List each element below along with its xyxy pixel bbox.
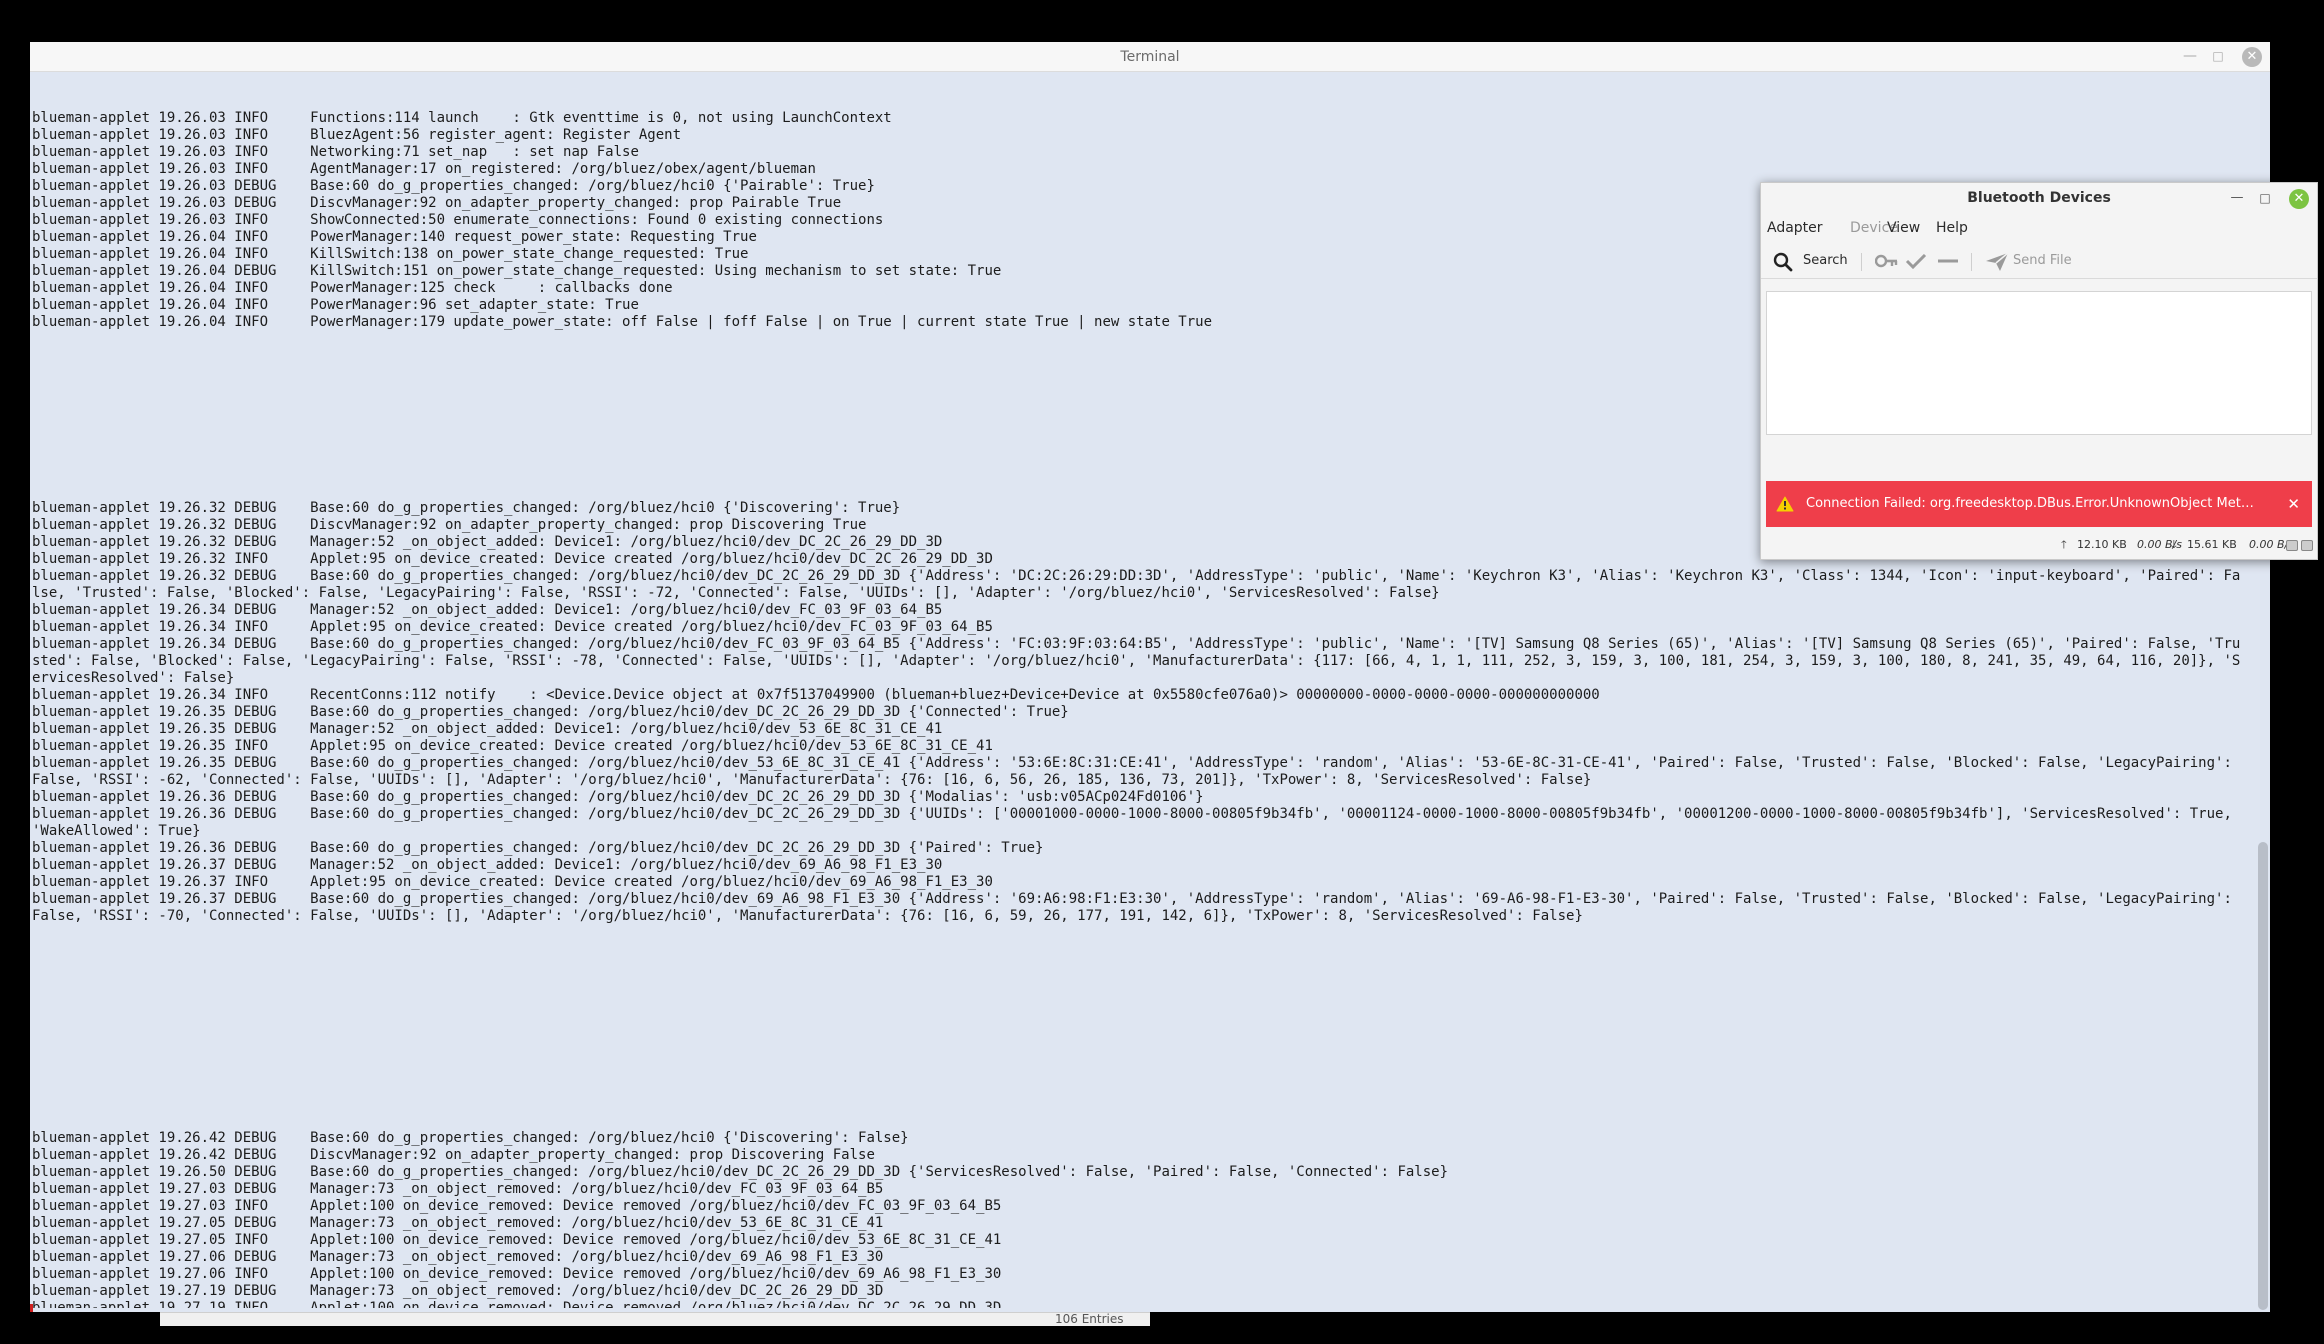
- error-infobar: Connection Failed: org.freedesktop.DBus.…: [1766, 481, 2312, 527]
- send-file-button[interactable]: Send File: [1983, 247, 2093, 275]
- log-line: blueman-applet 19.26.37 DEBUG Base:60 do…: [32, 891, 2241, 924]
- error-close-icon[interactable]: ✕: [2287, 481, 2300, 527]
- log-line: blueman-applet 19.27.05 DEBUG Manager:73…: [32, 1215, 884, 1231]
- log-line: blueman-applet 19.26.42 DEBUG DiscvManag…: [32, 1147, 875, 1163]
- log-line: blueman-applet 19.26.37 DEBUG Manager:52…: [32, 857, 943, 873]
- pair-button[interactable]: [1871, 247, 1901, 275]
- log-line: blueman-applet 19.26.03 INFO Functions:1…: [32, 110, 892, 126]
- log-line: blueman-applet 19.26.03 INFO BluezAgent:…: [32, 127, 682, 143]
- send-icon: [1986, 252, 2009, 271]
- log-line: blueman-applet 19.26.03 INFO AgentManage…: [32, 161, 816, 177]
- terminal-minimize-button[interactable]: —: [2180, 46, 2200, 66]
- terminal-maximize-button[interactable]: □: [2208, 46, 2228, 66]
- menu-view[interactable]: View: [1887, 215, 1920, 241]
- remove-button[interactable]: [1933, 247, 1963, 275]
- menu-help[interactable]: Help: [1936, 215, 1968, 241]
- upload-arrow-icon: 🡑: [2061, 538, 2067, 551]
- bluetooth-toolbar: Search Send File: [1761, 243, 2317, 279]
- log-line: blueman-applet 19.26.37 INFO Applet:95 o…: [32, 874, 993, 890]
- send-file-label: Send File: [2013, 253, 2072, 268]
- terminal-close-button[interactable]: ✕: [2242, 47, 2262, 67]
- key-icon: [1875, 254, 1898, 268]
- log-line: blueman-applet 19.27.06 INFO Applet:100 …: [32, 1266, 1002, 1282]
- log-line: blueman-applet 19.26.35 DEBUG Base:60 do…: [32, 704, 1069, 720]
- device-list[interactable]: [1766, 291, 2312, 435]
- minus-icon: [1938, 259, 1958, 263]
- log-line: blueman-applet 19.26.34 DEBUG Manager:52…: [32, 602, 943, 618]
- toolbar-separator: [1971, 253, 1972, 271]
- log-line: blueman-applet 19.26.32 DEBUG Base:60 do…: [32, 568, 2241, 601]
- log-line: blueman-applet 19.26.42 DEBUG Base:60 do…: [32, 1130, 909, 1146]
- bluetooth-devices-window: Bluetooth Devices — □ ✕ Adapter Device V…: [1760, 182, 2318, 560]
- log-line: blueman-applet 19.27.03 DEBUG Manager:73…: [32, 1181, 884, 1197]
- checkmark-icon: [1905, 253, 1927, 270]
- log-block-removal: blueman-applet 19.26.42 DEBUG Base:60 do…: [32, 1130, 2246, 1308]
- log-line: blueman-applet 19.26.34 INFO RecentConns…: [32, 687, 1600, 703]
- rx-indicator-icon: [2301, 540, 2313, 551]
- bluetooth-maximize-button[interactable]: □: [2255, 188, 2275, 208]
- bluetooth-minimize-button[interactable]: —: [2227, 188, 2247, 208]
- log-block-discovery: blueman-applet 19.26.32 DEBUG Base:60 do…: [32, 500, 2246, 925]
- bluetooth-close-button[interactable]: ✕: [2289, 189, 2309, 209]
- log-line: blueman-applet 19.26.36 DEBUG Base:60 do…: [32, 840, 1044, 856]
- log-line: blueman-applet 19.26.34 DEBUG Base:60 do…: [32, 636, 2241, 686]
- background-window-statusbar: 106 Entries: [160, 1312, 1150, 1326]
- log-line: blueman-applet 19.26.03 INFO Networking:…: [32, 144, 639, 160]
- terminal-title: Terminal: [1120, 49, 1180, 65]
- warning-icon: [1776, 496, 1794, 512]
- terminal-titlebar[interactable]: Terminal — □ ✕: [30, 42, 2270, 72]
- search-button[interactable]: Search: [1767, 247, 1857, 275]
- log-line: blueman-applet 19.27.05 INFO Applet:100 …: [32, 1232, 1002, 1248]
- bluetooth-menubar: Adapter Device View Help: [1761, 215, 2317, 241]
- log-line: blueman-applet 19.27.03 INFO Applet:100 …: [32, 1198, 1002, 1214]
- log-line: blueman-applet 19.27.06 DEBUG Manager:73…: [32, 1249, 884, 1265]
- trust-button[interactable]: [1901, 247, 1931, 275]
- error-message: Connection Failed: org.freedesktop.DBus.…: [1806, 496, 2256, 511]
- download-total: 15.61 KB: [2187, 538, 2237, 551]
- search-icon: [1773, 252, 1793, 272]
- upload-total: 12.10 KB: [2077, 538, 2127, 551]
- log-line: blueman-applet 19.26.50 DEBUG Base:60 do…: [32, 1164, 1449, 1180]
- log-line: blueman-applet 19.27.19 INFO Applet:100 …: [32, 1300, 1002, 1308]
- log-line: blueman-applet 19.26.36 DEBUG Base:60 do…: [32, 789, 1204, 805]
- terminal-cursor: [30, 1304, 33, 1312]
- menu-adapter[interactable]: Adapter: [1767, 215, 1823, 241]
- bluetooth-statusbar: 🡑 12.10 KB 0.00 B/s 🡓 15.61 KB 0.00 B/s: [1761, 531, 2317, 559]
- log-line: blueman-applet 19.26.35 DEBUG Base:60 do…: [32, 755, 2241, 788]
- entries-count: 106 Entries: [1055, 1312, 1124, 1326]
- log-line: blueman-applet 19.26.34 INFO Applet:95 o…: [32, 619, 993, 635]
- download-arrow-icon: 🡓: [2171, 538, 2177, 551]
- log-line: blueman-applet 19.26.35 INFO Applet:95 o…: [32, 738, 993, 754]
- log-line: blueman-applet 19.26.35 DEBUG Manager:52…: [32, 721, 943, 737]
- log-line: blueman-applet 19.26.36 DEBUG Base:60 do…: [32, 806, 2241, 839]
- tx-indicator-icon: [2286, 540, 2298, 551]
- search-button-label: Search: [1803, 253, 1848, 268]
- toolbar-separator: [1861, 253, 1862, 271]
- log-line: blueman-applet 19.27.19 DEBUG Manager:73…: [32, 1283, 884, 1299]
- terminal-scrollbar-thumb[interactable]: [2258, 842, 2268, 1310]
